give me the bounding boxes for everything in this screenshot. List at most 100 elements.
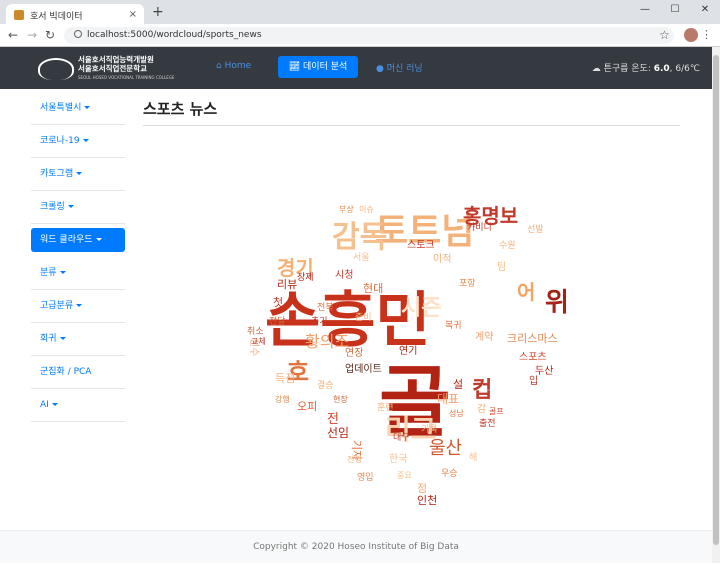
favicon-icon [14,10,24,20]
nav-machine-learning-link[interactable]: ● 머신 러닝 [376,61,423,74]
caret-down-icon [76,304,83,307]
home-icon: ⌂ [216,61,222,71]
caret-down-icon [84,106,91,109]
wordcloud-word: 전 [327,412,339,427]
sidebar-item[interactable]: 회귀 [31,323,125,356]
back-button[interactable]: ← [8,28,18,42]
caret-down-icon [95,238,102,241]
sidebar-item[interactable]: 코로나-19 [31,125,125,158]
wordcloud-word: 골프 [489,407,504,416]
sidebar-item[interactable]: 고급분류 [31,290,125,323]
logo-line3: SEOUL HOSEO VOCATIONAL TRAINING COLLEGE [78,75,175,80]
wordcloud-word: 연기 [399,346,418,357]
wordcloud-word: 감 [477,404,487,415]
wordcloud-word: 현대 [363,282,384,295]
wordcloud-word: 황의조 [305,332,350,351]
wordcloud-word: 교체 [251,337,266,346]
wordcloud-word: 우승 [441,469,458,479]
wordcloud-word: 부상 [339,205,354,214]
wordcloud-word: 점 [417,482,428,495]
caret-down-icon [59,337,66,340]
close-window-button[interactable]: ✕ [690,0,720,20]
app-navbar: 서울호서직업능력개발원 서울호서직업전문학교 SEOUL HOSEO VOCAT… [0,47,712,89]
caret-down-icon [67,205,74,208]
cloud-icon: ☁ [591,64,601,74]
wordcloud-word: 이슈 [359,205,374,214]
word-cloud: 손흥민 골 토트넘 감독 홍명보 위 울산 컵 경기 리그 호 시즌 어 크리스마스 스포츠 선임 황의조 오피 스… [237,190,582,525]
forward-button[interactable]: → [27,28,37,42]
tab-bar: 호서 빅데이터 × + — ☐ ✕ [0,0,720,26]
wordcloud-word: 스토크 [407,240,435,251]
wordcloud-word: 팀 [497,262,507,273]
wordcloud-word: 기록 [421,425,438,435]
wordcloud-word: 추기 [311,317,328,327]
sidebar-item[interactable]: AI [31,389,125,422]
wordcloud-word: 서울 [353,253,370,263]
wordcloud-word: 대표 [437,392,460,406]
window-controls: — ☐ ✕ [630,0,720,20]
browser-menu-icon[interactable]: ⋮ [701,28,712,41]
weather-status: ☁ 튼구름 온도: 6.0, 6/6℃ [591,64,700,74]
minimize-button[interactable]: — [630,0,660,20]
browser-tab[interactable]: 호서 빅데이터 × [6,4,144,26]
caret-down-icon [76,172,83,175]
wordcloud-word: 전달 [269,317,286,327]
url-field[interactable]: localhost:5000/wordcloud/sports_news [64,27,674,44]
nav-home-link[interactable]: ⌂ Home [216,61,251,71]
title-divider [143,125,680,126]
wordcloud-word: 해 [469,453,478,463]
sidebar-item[interactable]: 군집화 / PCA [31,356,125,389]
globe-icon: ● [376,64,384,74]
wordcloud-word: 입 [529,376,539,387]
wordcloud-word: 출전 [479,419,496,429]
sidebar: 서울특별시 코로나-19 카토그램 크롤링워드 클라우드분류 고급분류 회귀 군집화 / P… [31,92,125,422]
tab-title: 호서 빅데이터 [30,11,83,22]
wordcloud-word: 수원 [499,241,516,251]
copyright-text: Copyright © 2020 Hoseo Institute of Big … [253,542,459,552]
sidebar-item[interactable]: 서울특별시 [31,92,125,125]
wordcloud-word: 시청 [335,270,354,281]
page-scrollbar[interactable] [712,47,720,563]
scrollbar-thumb[interactable] [713,55,719,545]
reload-button[interactable]: ↻ [45,28,55,42]
wordcloud-word: 장제 [297,273,314,283]
wordcloud-word: 리뷰 [277,278,298,291]
wordcloud-word: 훈련 [377,403,394,413]
wordcloud-word: 중요 [397,471,412,480]
logo[interactable]: 서울호서직업능력개발원 서울호서직업전문학교 SEOUL HOSEO VOCAT… [38,55,174,82]
sidebar-item[interactable]: 크롤링 [31,191,125,224]
new-tab-button[interactable]: + [152,4,164,20]
close-tab-icon[interactable]: × [129,9,137,20]
sidebar-item[interactable]: 워드 클라우드 [31,228,125,252]
wordcloud-word: 성남 [449,409,464,418]
wordcloud-word: 오피 [297,400,318,413]
caret-down-icon [59,271,66,274]
wordcloud-word: 크리스마스 [507,332,558,345]
logo-line1: 서울호서직업능력개발원 [78,55,154,64]
caret-down-icon [82,139,89,142]
wordcloud-word: 대구 [393,433,410,443]
wordcloud-word: 연장 [345,348,364,359]
maximize-button[interactable]: ☐ [660,0,690,20]
nav-data-analysis-button[interactable]: 📈︎ 데이터 분석 [278,56,358,78]
wordcloud-word: 영입 [357,473,374,483]
wordcloud-word: 선발 [527,225,544,235]
info-icon [74,30,82,38]
caret-down-icon [51,403,58,406]
wordcloud-word: 복귀 [445,321,462,331]
wordcloud-word: 득점 [275,372,296,385]
sidebar-item[interactable]: 카토그램 [31,158,125,191]
footer: Copyright © 2020 Hoseo Institute of Big … [0,530,712,563]
wordcloud-word: 첫 [273,296,284,309]
wordcloud-word: 결승 [317,381,334,391]
bookmark-star-icon[interactable]: ☆ [659,28,670,42]
wordcloud-word: 전북 [317,303,334,313]
profile-avatar[interactable] [684,28,698,42]
sidebar-item[interactable]: 분류 [31,257,125,290]
wordcloud-word: 카비니 [467,223,492,233]
wordcloud-word: 스포츠 [519,352,547,363]
page-title: 스포츠 뉴스 [143,100,218,118]
wordcloud-word: 포항 [459,279,476,289]
wordcloud-word: 위 [545,288,569,318]
wordcloud-word: 현장 [333,395,348,404]
